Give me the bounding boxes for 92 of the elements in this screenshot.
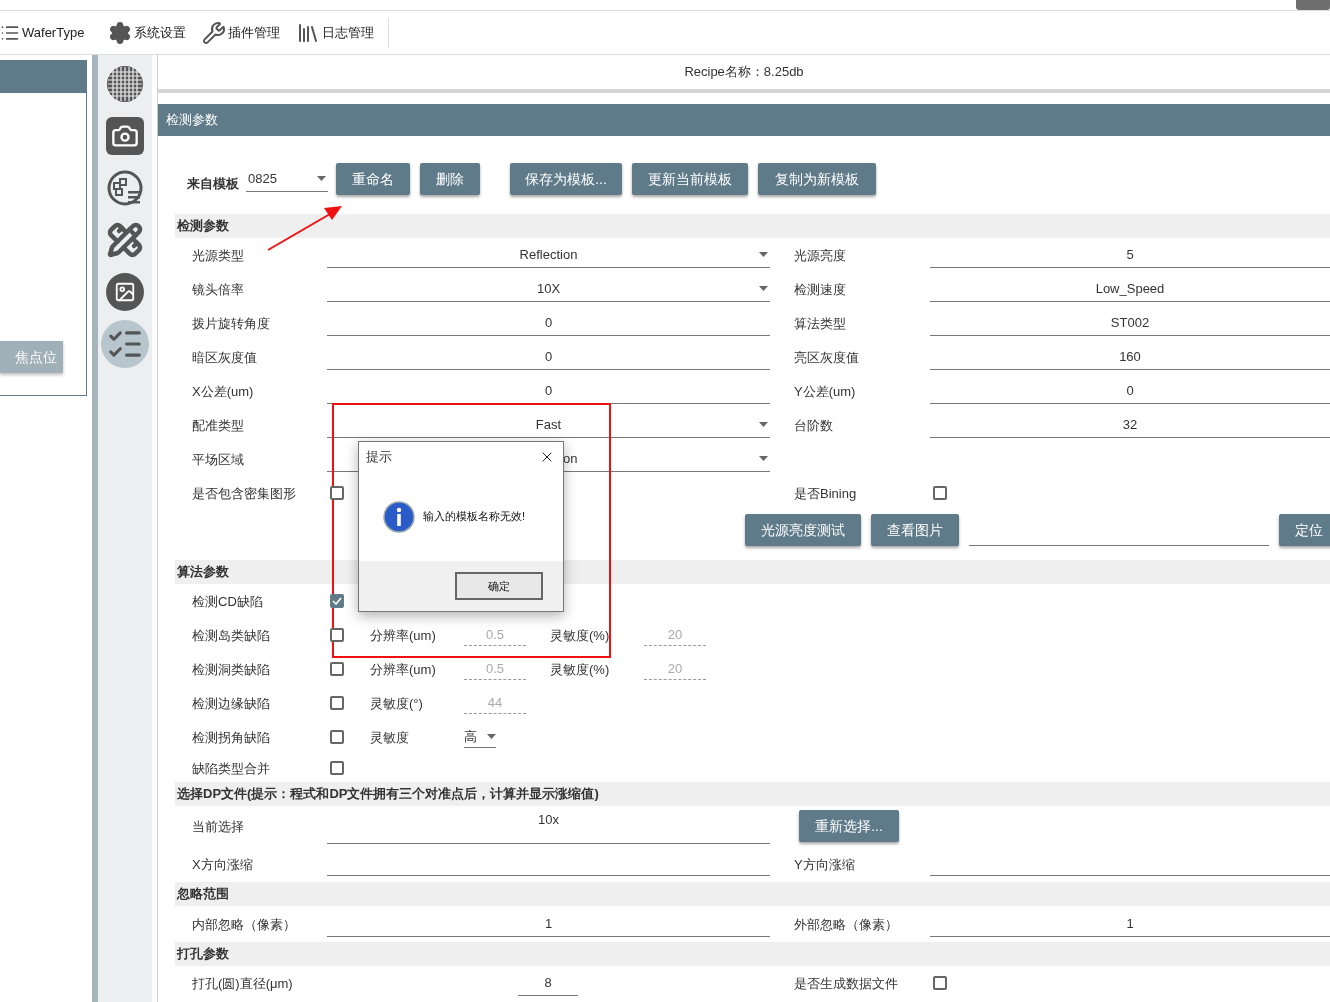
dropdown-field[interactable]: Reflection (327, 242, 770, 268)
field-label: 光源亮度 (794, 248, 846, 263)
field-label: 是否Bining (794, 486, 857, 501)
field-label: 检测岛类缺陷 (192, 628, 270, 643)
checkbox[interactable] (330, 662, 344, 676)
button[interactable]: 复制为新模板 (758, 163, 876, 195)
field-label: 内部忽略（像素） (192, 917, 296, 932)
input-field[interactable]: ST002 (930, 310, 1330, 336)
field-label: 光源类型 (192, 248, 244, 263)
input-field[interactable]: 0 (327, 378, 770, 404)
dropdown-caret-icon (487, 734, 496, 739)
field-label: 检测拐角缺陷 (192, 730, 270, 745)
field-label: Y公差(um) (794, 384, 856, 399)
input-field[interactable]: 0 (327, 310, 770, 336)
input-field[interactable]: Low_Speed (930, 276, 1330, 302)
input-field[interactable]: 0 (327, 344, 770, 370)
field-label: 拨片旋转角度 (192, 316, 270, 331)
field-label: 来自模板 (187, 175, 240, 193)
checkbox[interactable] (933, 976, 947, 990)
dropdown-caret-icon (759, 252, 768, 257)
section-header: 检测参数 (175, 214, 1330, 238)
input-field[interactable]: 160 (930, 344, 1330, 370)
field-label: 外部忽略（像素） (794, 917, 898, 932)
dropdown-field[interactable]: Fast (327, 412, 770, 438)
button[interactable]: 光源亮度测试 (745, 514, 861, 546)
field-label: 打孔(圆)直径(μm) (192, 976, 293, 991)
menu-item[interactable]: 日志管理 (288, 11, 383, 54)
field-label: 平场区域 (192, 452, 244, 467)
input-field[interactable]: 10x (327, 808, 770, 844)
field-label: 算法类型 (794, 316, 846, 331)
field-label: 是否包含密集图形 (192, 486, 296, 501)
button[interactable]: 删除 (420, 163, 480, 195)
recipe-title: Recipe名称：8.25db (684, 63, 804, 82)
dropdown-caret-icon (317, 176, 326, 181)
field-label: 暗区灰度值 (192, 350, 257, 365)
menu-item[interactable]: 系统设置 (100, 11, 195, 54)
field-label: 灵敏度(%) (550, 662, 610, 677)
dropdown-field[interactable]: 10X (327, 276, 770, 302)
field-label: 台阶数 (794, 418, 833, 433)
field-label: 亮区灰度值 (794, 350, 859, 365)
template-dropdown[interactable]: 0825 (246, 166, 328, 192)
field-label: X方向涨缩 (192, 857, 253, 872)
field-label: 灵敏度 (370, 730, 409, 745)
input-field[interactable]: 32 (930, 412, 1330, 438)
field-label: 是否生成数据文件 (794, 976, 898, 991)
info-icon (383, 500, 415, 533)
button[interactable]: 查看图片 (871, 514, 959, 546)
checkbox[interactable] (330, 696, 344, 710)
field-label: 灵敏度(°) (370, 696, 423, 711)
checkbox[interactable] (330, 730, 344, 744)
field-label: 配准类型 (192, 418, 244, 433)
input-field[interactable]: 5 (930, 242, 1330, 268)
input-field[interactable]: 1 (930, 911, 1330, 937)
input-field[interactable]: 1 (327, 911, 770, 937)
menu-item[interactable]: WaferType (0, 11, 101, 54)
field-label: 检测洞类缺陷 (192, 662, 270, 677)
field-label: Y方向涨缩 (794, 857, 855, 872)
field-label: 镜头倍率 (192, 282, 244, 297)
dropdown-caret-icon (759, 456, 768, 461)
dropdown-field[interactable]: 高 (464, 726, 496, 748)
input-field[interactable]: 0 (930, 378, 1330, 404)
button[interactable]: 保存为模板... (510, 163, 622, 195)
checkbox[interactable] (933, 486, 947, 500)
dialog-message: 输入的模板名称无效! (423, 509, 526, 525)
panel-header: 检测参数 (158, 104, 1330, 136)
checkbox[interactable] (330, 628, 344, 642)
section-header: 打孔参数 (175, 942, 1330, 966)
checkbox[interactable] (330, 594, 344, 608)
checkbox[interactable] (330, 486, 344, 500)
button[interactable]: 更新当前模板 (632, 163, 748, 195)
field-label: 检测速度 (794, 282, 846, 297)
field-label: 缺陷类型合并 (192, 761, 270, 776)
input-field[interactable]: 8 (518, 970, 578, 996)
field-label: 检测CD缺陷 (192, 594, 263, 609)
dropdown-caret-icon (759, 422, 768, 427)
field-label: 灵敏度(%) (550, 628, 610, 643)
field-label: 分辨率(um) (370, 662, 436, 677)
field-label: 分辨率(um) (370, 628, 436, 643)
section-header: 选择DP文件(提示：程式和DP文件拥有三个对准点后，计算并显示涨缩值) (175, 782, 1330, 806)
field-label: 检测边缘缺陷 (192, 696, 270, 711)
dropdown-caret-icon (759, 286, 768, 291)
settings-icon (108, 20, 133, 45)
button[interactable]: 重命名 (336, 163, 410, 195)
field-label: 当前选择 (192, 819, 244, 834)
section-header: 忽略范围 (175, 882, 1330, 906)
dialog-title: 提示 (366, 448, 392, 467)
field-label: X公差(um) (192, 384, 254, 399)
checkbox[interactable] (330, 761, 344, 775)
edge-button[interactable]: 定位 (1279, 514, 1330, 546)
tools-icon (202, 20, 227, 45)
button[interactable]: 重新选择... (799, 810, 899, 842)
menu-item[interactable]: 插件管理 (194, 11, 289, 54)
